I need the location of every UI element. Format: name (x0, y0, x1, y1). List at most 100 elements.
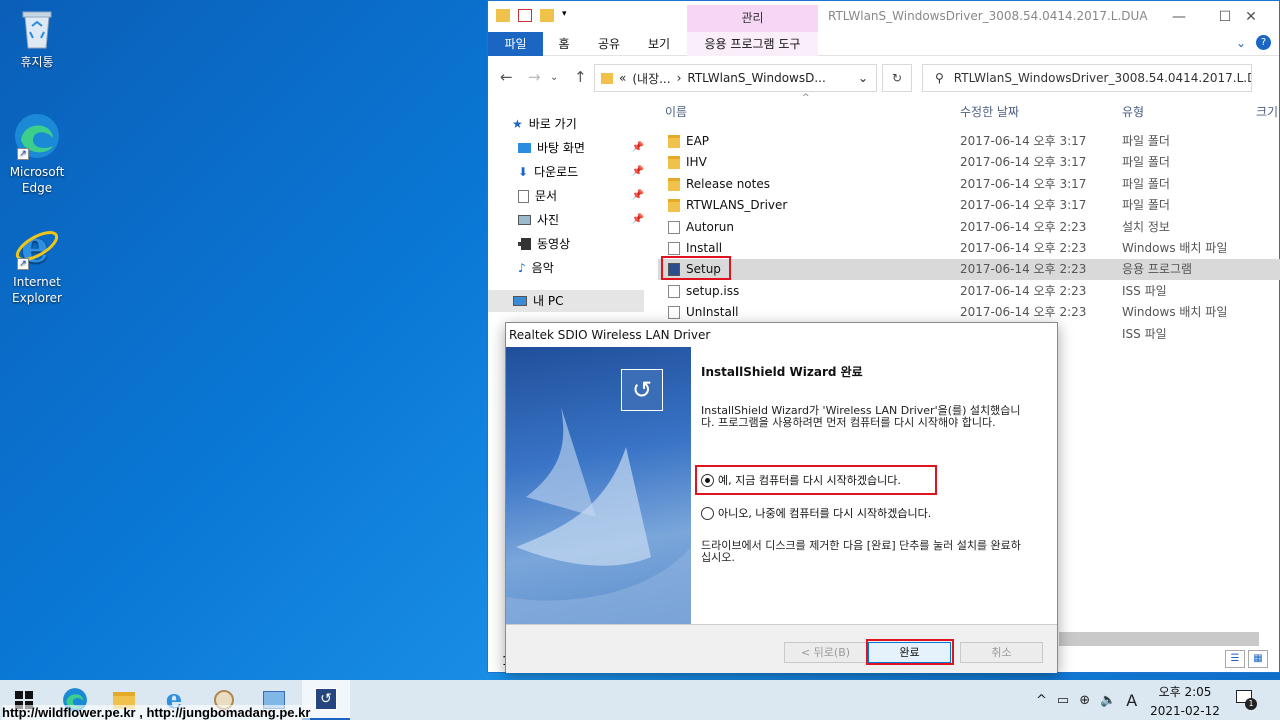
address-overflow[interactable]: « (619, 71, 626, 85)
pin-icon[interactable]: 📌 (632, 137, 644, 159)
star-icon: ★ (512, 117, 523, 131)
taskbar-clock[interactable]: 오후 2:05 2021-02-12 (1150, 684, 1220, 719)
tab-home[interactable]: 홈 (550, 32, 578, 56)
forward-arrow-icon[interactable]: → (528, 68, 541, 86)
file-name: setup.iss (686, 283, 740, 298)
notification-badge: 1 (1245, 698, 1257, 710)
minimize-button[interactable]: — (1156, 3, 1202, 31)
nav-this-pc[interactable]: 내 PC (488, 290, 644, 312)
finish-highlight (866, 639, 954, 665)
nav-label: 바로 가기 (528, 117, 577, 131)
nav-videos[interactable]: 동영상 (518, 233, 644, 255)
music-icon: ♪ (518, 261, 526, 275)
recycle-bin-shortcut[interactable]: 휴지통 (0, 8, 74, 70)
action-center-button[interactable]: 1 (1236, 690, 1257, 710)
breadcrumb-folder[interactable]: RTLWlanS_WindowsD... (687, 71, 825, 85)
folder-icon (668, 156, 680, 170)
nav-documents[interactable]: 문서 📌 (518, 185, 644, 207)
file-name: Release notes (686, 176, 770, 191)
internet-explorer-icon: e ↗ (13, 222, 61, 273)
nav-pictures[interactable]: 사진 📌 (518, 209, 644, 231)
refresh-button[interactable]: ↻ (882, 64, 912, 92)
pin-icon[interactable]: 📌 (632, 185, 644, 207)
new-folder-icon[interactable] (540, 9, 554, 22)
column-name[interactable]: 이름 (665, 103, 687, 120)
refresh-icon: ↻ (891, 71, 903, 85)
installshield-icon: ↺ (315, 688, 337, 710)
show-hidden-icons-icon[interactable]: ^ (1036, 693, 1047, 708)
chevron-down-icon[interactable]: ▾ (562, 9, 570, 22)
radio-unselected-icon[interactable] (701, 506, 714, 520)
chevron-down-icon[interactable]: ⌄ (858, 71, 868, 85)
back-button[interactable]: < 뒤로(B) (784, 642, 867, 663)
installshield-dialog: Realtek SDIO Wireless LAN Driver ↺ Insta… (505, 322, 1058, 673)
pin-icon[interactable]: 📌 (632, 209, 644, 231)
nav-quick-access[interactable]: ★ 바로 가기 (512, 113, 638, 135)
edge-label: Microsoft Edge (9, 165, 65, 195)
tab-view[interactable]: 보기 (642, 32, 676, 56)
tab-file[interactable]: 파일 (488, 32, 543, 56)
folder-icon (601, 72, 613, 84)
nav-label: 문서 (535, 189, 558, 203)
help-icon[interactable]: ? (1256, 35, 1271, 50)
tab-manage[interactable]: 관리 (687, 5, 818, 32)
ie-shortcut[interactable]: e ↗ Internet Explorer (0, 222, 74, 306)
file-row[interactable]: Release notes 2017-06-14 오후 3:17 파일 폴더 (658, 174, 1280, 195)
folder-icon[interactable] (496, 9, 510, 22)
file-row[interactable]: IHV 2017-06-14 오후 3:17 파일 폴더 (658, 152, 1280, 173)
file-row[interactable]: Autorun 2017-06-14 오후 2:23 설치 정보 (658, 217, 1280, 238)
nav-music[interactable]: ♪ 음악 (518, 257, 644, 279)
desktop-icon (518, 143, 531, 153)
file-row[interactable]: RTWLANS_Driver 2017-06-14 오후 3:17 파일 폴더 (658, 195, 1280, 216)
back-arrow-icon[interactable]: ← (500, 68, 513, 86)
file-row[interactable]: UnInstall 2017-06-14 오후 2:23 Windows 배치 파일 (658, 302, 1280, 323)
nav-desktop[interactable]: 바탕 화면 📌 (518, 137, 644, 159)
file-date: 2017-06-14 오후 2:23 (960, 219, 1087, 234)
file-date: 2017-06-14 오후 3:17 (960, 155, 1087, 170)
large-icons-view-button[interactable]: ▦ (1248, 650, 1268, 668)
file-date: 2017-06-14 오후 3:17 (960, 176, 1087, 191)
clock-date: 2021-02-12 (1150, 704, 1220, 718)
battery-icon[interactable]: ▭ (1057, 693, 1069, 708)
navigation-pane: ★ 바로 가기 바탕 화면 📌 ⬇ 다운로드 📌 문서 📌 사진 📌 동영상 ♪… (488, 98, 648, 318)
details-view-button[interactable]: ☰ (1225, 650, 1245, 668)
nav-label: 사진 (537, 213, 560, 227)
file-row[interactable]: Setup 2017-06-14 오후 2:23 응용 프로그램 (658, 259, 1280, 281)
tab-application-tools[interactable]: 응용 프로그램 도구 (687, 32, 818, 56)
file-icon (668, 284, 680, 298)
column-modified[interactable]: 수정한 날짜 (960, 103, 1019, 120)
network-icon[interactable]: ⊕ (1079, 693, 1090, 708)
search-input[interactable]: ⚲ RTLWlanS_WindowsDriver_3008.54.0414.20… (922, 64, 1252, 92)
column-type[interactable]: 유형 (1122, 103, 1144, 120)
file-row[interactable]: setup.iss 2017-06-14 오후 2:23 ISS 파일 (658, 281, 1280, 302)
breadcrumb-drive[interactable]: (내장... (632, 70, 670, 87)
horizontal-scrollbar[interactable] (1059, 632, 1259, 646)
volume-icon[interactable]: 🔈 (1100, 693, 1116, 708)
column-size[interactable]: 크기 (1256, 103, 1278, 120)
restart-later-radio[interactable]: 아니오, 나중에 컴퓨터를 다시 시작하겠습니다. (701, 505, 931, 521)
tab-share[interactable]: 공유 (592, 32, 626, 56)
cancel-button[interactable]: 취소 (960, 642, 1043, 663)
document-icon (518, 189, 529, 203)
properties-icon[interactable] (518, 9, 532, 22)
file-date: 2017-06-14 오후 3:17 (960, 134, 1087, 148)
dialog-footer: < 뒤로(B) 완료 취소 (506, 624, 1057, 673)
restart-now-highlight (695, 465, 937, 495)
pictures-icon (518, 215, 531, 225)
file-name: EAP (686, 134, 710, 148)
file-row[interactable]: EAP 2017-06-14 오후 3:17 파일 폴더 (658, 131, 1280, 152)
nav-label: 내 PC (533, 294, 564, 308)
file-type: ISS 파일 (1122, 326, 1167, 341)
recent-locations-icon[interactable]: ⌄ (550, 72, 558, 83)
address-bar[interactable]: « (내장... › RTLWlanS_WindowsD... ⌄ (594, 64, 877, 92)
file-row[interactable]: Install 2017-06-14 오후 2:23 Windows 배치 파일 (658, 238, 1280, 259)
input-method-indicator[interactable]: A (1126, 691, 1137, 710)
watermark-text: http://wildflower.pe.kr , http://jungbom… (2, 705, 311, 720)
chevron-down-icon[interactable]: ⌄ (1236, 36, 1246, 50)
edge-shortcut[interactable]: ↗ Microsoft Edge (0, 112, 74, 196)
folder-icon (668, 177, 680, 191)
close-button[interactable]: ✕ (1228, 3, 1274, 31)
nav-downloads[interactable]: ⬇ 다운로드 📌 (518, 161, 644, 183)
up-arrow-icon[interactable]: ↑ (574, 68, 587, 86)
pin-icon[interactable]: 📌 (632, 161, 644, 183)
